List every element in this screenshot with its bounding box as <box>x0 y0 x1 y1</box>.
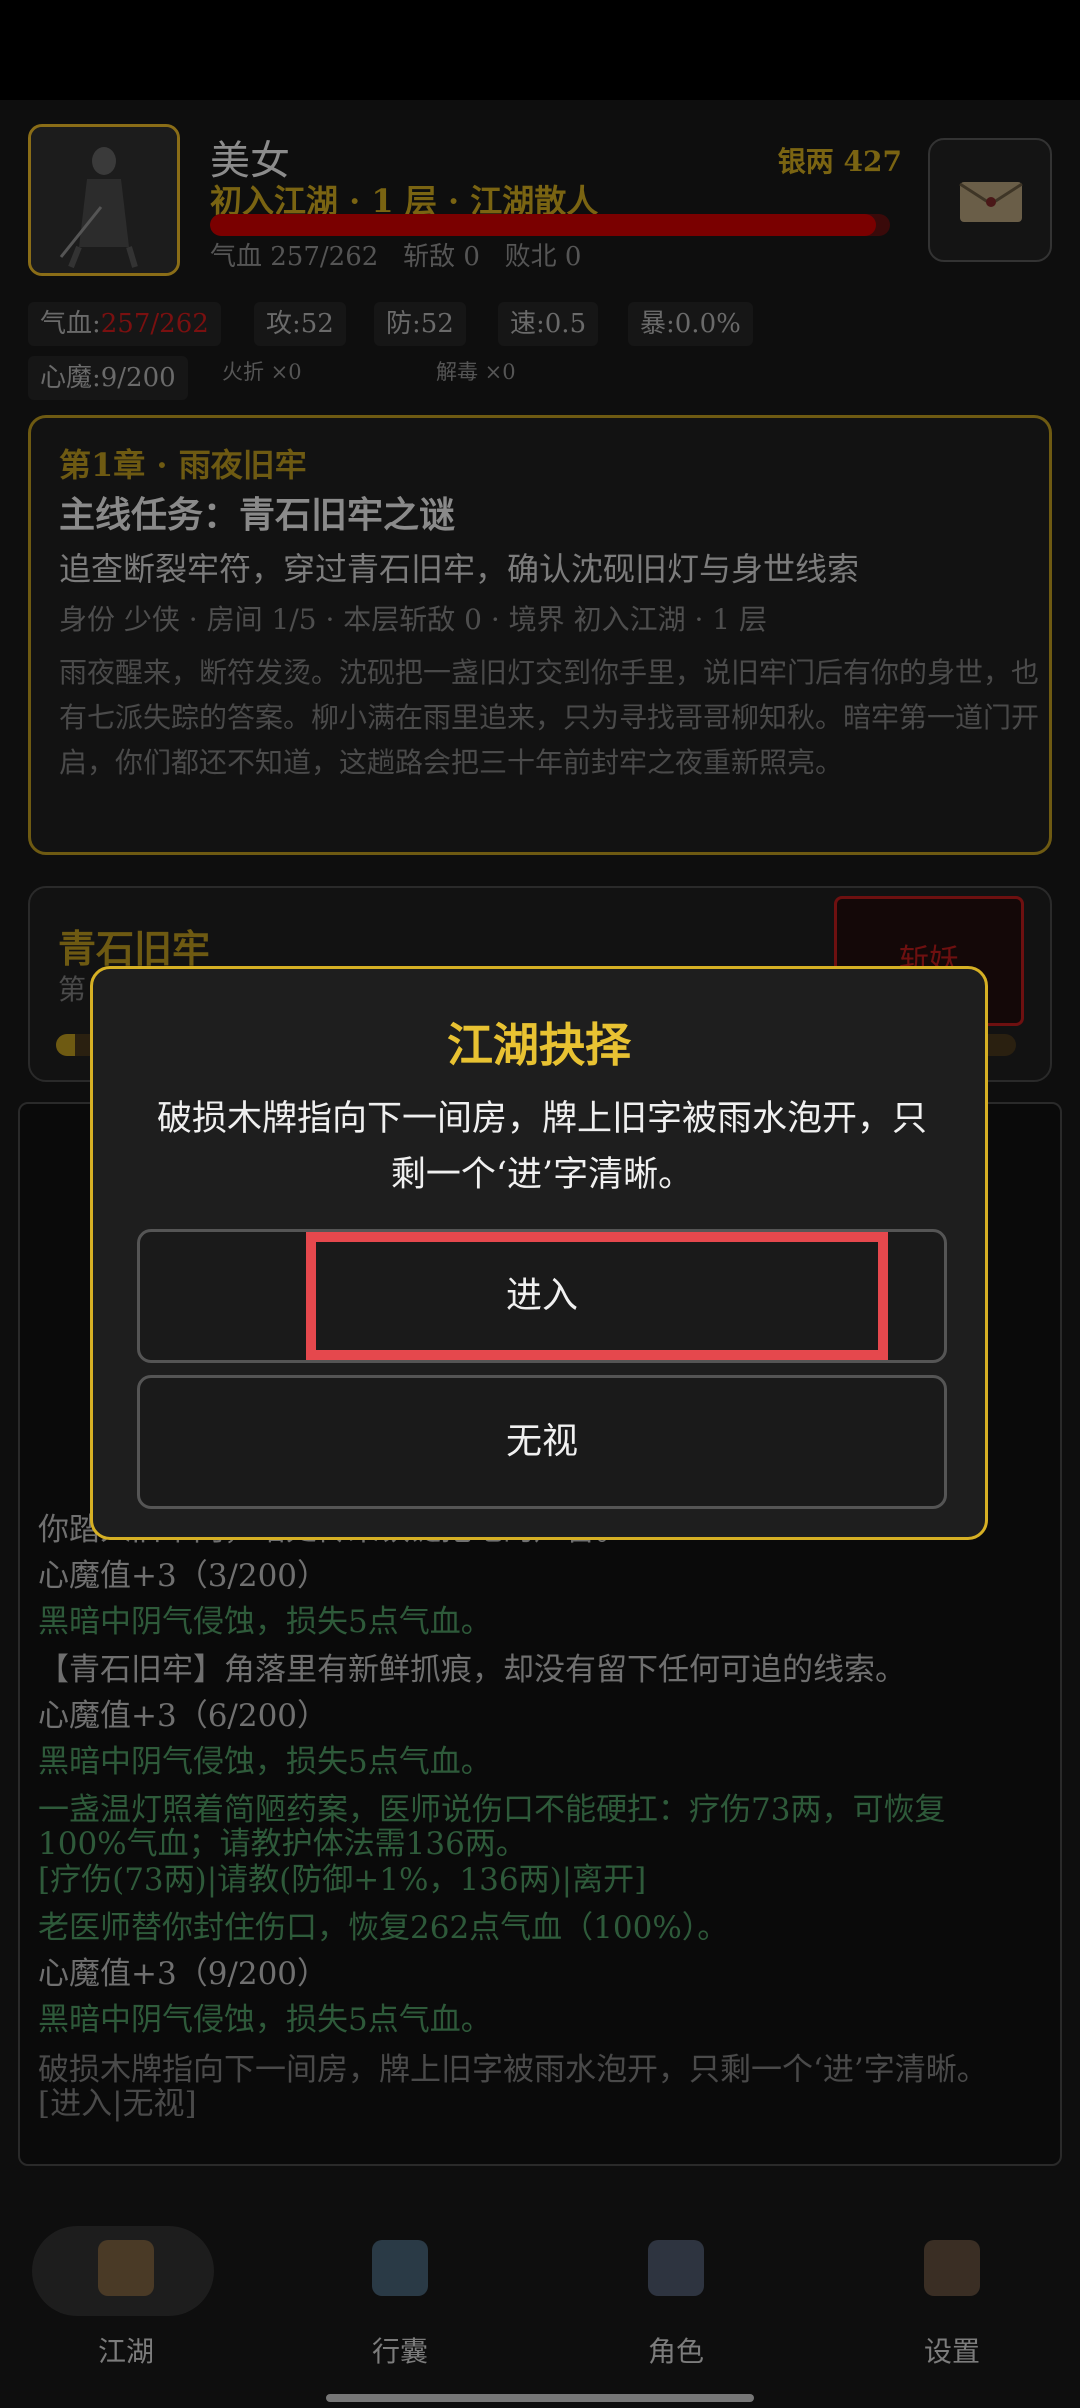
silver-amount: 银两 427 <box>777 145 902 178</box>
hp-bar-fill <box>210 214 877 236</box>
log-line: 黑暗中阴气侵蚀，损失5点气血。 <box>38 2002 492 2038</box>
nav-label: 行囊 <box>371 2335 428 2368</box>
nav-label: 设置 <box>923 2335 980 2368</box>
log-line: 【青石旧牢】角落里有新鲜抓痕，却没有留下任何可追的线索。 <box>38 1652 906 1688</box>
nav-label: 江湖 <box>97 2335 154 2368</box>
quest-goal: 追查断裂牢符，穿过青石旧牢，确认沈砚旧灯与身世线索 <box>59 550 860 588</box>
log-line: 黑暗中阴气侵蚀，损失5点气血。 <box>38 1744 492 1780</box>
bag-icon <box>372 2240 428 2296</box>
ignore-button[interactable]: 无视 <box>137 1375 947 1509</box>
log-line: 黑暗中阴气侵蚀，损失5点气血。 <box>38 1604 492 1640</box>
stat-hp-label: 气血: <box>40 309 101 339</box>
warrior-portrait-icon <box>31 127 177 273</box>
dialog-title: 江湖抉择 <box>447 1018 631 1072</box>
quest-title: 主线任务：青石旧牢之谜 <box>59 494 456 536</box>
choice-dialog: 江湖抉择 破损木牌指向下一间房，牌上旧字被雨水泡开，只剩一个‘进’字清晰。 进入… <box>90 966 988 1540</box>
stat-attack: 攻:52 <box>254 302 346 346</box>
hp-summary: 气血 257/262 斩敌 0 败北 0 <box>210 242 582 272</box>
stat-defense: 防:52 <box>374 302 466 346</box>
mail-button[interactable] <box>928 138 1052 262</box>
log-line: 心魔值+3（6/200） <box>38 1698 329 1734</box>
room-subtitle: 第 <box>58 973 87 1006</box>
jianghu-icon <box>98 2240 154 2296</box>
stat-hp-value: 257/262 <box>100 309 209 339</box>
log-line: 一盏温灯照着简陋药案，医师说伤口不能硬扛：疗伤73两，可恢复 <box>38 1792 946 1828</box>
hp-bar <box>210 214 890 236</box>
room-name: 青石旧牢 <box>58 926 211 971</box>
enter-button[interactable]: 进入 <box>137 1229 947 1363</box>
item-firestarter: 火折 ×0 <box>222 360 302 384</box>
room-progress-fill <box>56 1034 76 1056</box>
quest-chapter: 第1章 · 雨夜旧牢 <box>59 446 307 484</box>
nav-jianghu[interactable]: 江湖 <box>32 2226 216 2376</box>
settings-icon <box>924 2240 980 2296</box>
item-antidote: 解毒 ×0 <box>436 360 516 384</box>
log-line: 心魔值+3（9/200） <box>38 1956 329 1992</box>
home-indicator[interactable] <box>326 2394 754 2402</box>
status-bar <box>0 0 1080 100</box>
nav-character[interactable]: 角色 <box>586 2226 766 2376</box>
quest-description: 雨夜醒来，断符发烫。沈砚把一盏旧灯交到你手里，说旧牢门后有你的身世，也有七派失踪… <box>59 656 1040 779</box>
log-line: 破损木牌指向下一间房，牌上旧字被雨水泡开，只剩一个‘进’字清晰。 <box>38 2052 988 2088</box>
nav-bag[interactable]: 行囊 <box>310 2226 490 2376</box>
log-line: 100%气血；请教护体法需136两。 <box>38 1826 527 1862</box>
character-icon <box>648 2240 704 2296</box>
player-avatar[interactable] <box>28 124 180 276</box>
envelope-icon <box>959 182 1023 222</box>
log-line: [疗伤(73两)|请教(防御+1%，136两)|离开] <box>38 1862 647 1898</box>
quest-card: 第1章 · 雨夜旧牢 主线任务：青石旧牢之谜 追查断裂牢符，穿过青石旧牢，确认沈… <box>28 415 1052 855</box>
quest-meta: 身份 少侠 · 房间 1/5 · 本层斩敌 0 · 境界 初入江湖 · 1 层 <box>59 603 768 636</box>
nav-settings[interactable]: 设置 <box>862 2226 1042 2376</box>
log-line: [进入|无视] <box>38 2086 197 2122</box>
log-line: 老医师替你封住伤口，恢复262点气血（100%）。 <box>38 1910 729 1946</box>
log-line: 心魔值+3（3/200） <box>38 1558 329 1594</box>
nav-label: 角色 <box>647 2335 704 2368</box>
stat-demon: 心魔:9/200 <box>28 356 188 400</box>
stat-hp: 气血:257/262 <box>28 302 221 346</box>
dialog-message: 破损木牌指向下一间房，牌上旧字被雨水泡开，只剩一个‘进’字清晰。 <box>156 1099 927 1195</box>
stat-speed: 速:0.5 <box>498 302 599 346</box>
bottom-nav: 江湖 行囊 角色 设置 <box>0 2196 1080 2408</box>
stat-crit: 暴:0.0% <box>628 302 753 346</box>
